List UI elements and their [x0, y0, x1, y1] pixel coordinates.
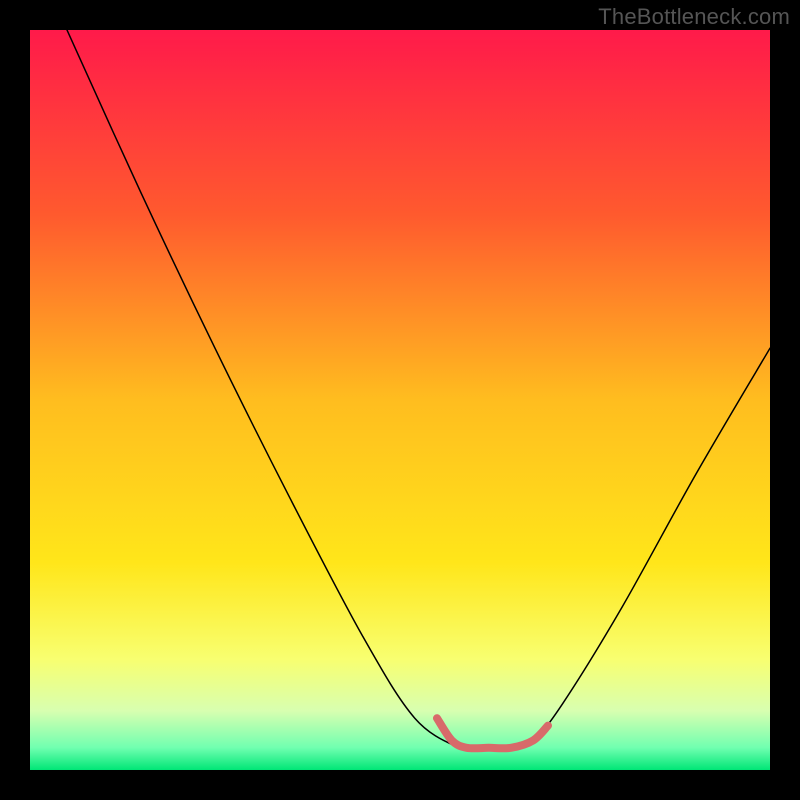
watermark-text: TheBottleneck.com — [598, 4, 790, 30]
gradient-background — [30, 30, 770, 770]
plot-area — [30, 30, 770, 770]
chart-svg — [30, 30, 770, 770]
chart-frame: TheBottleneck.com — [0, 0, 800, 800]
